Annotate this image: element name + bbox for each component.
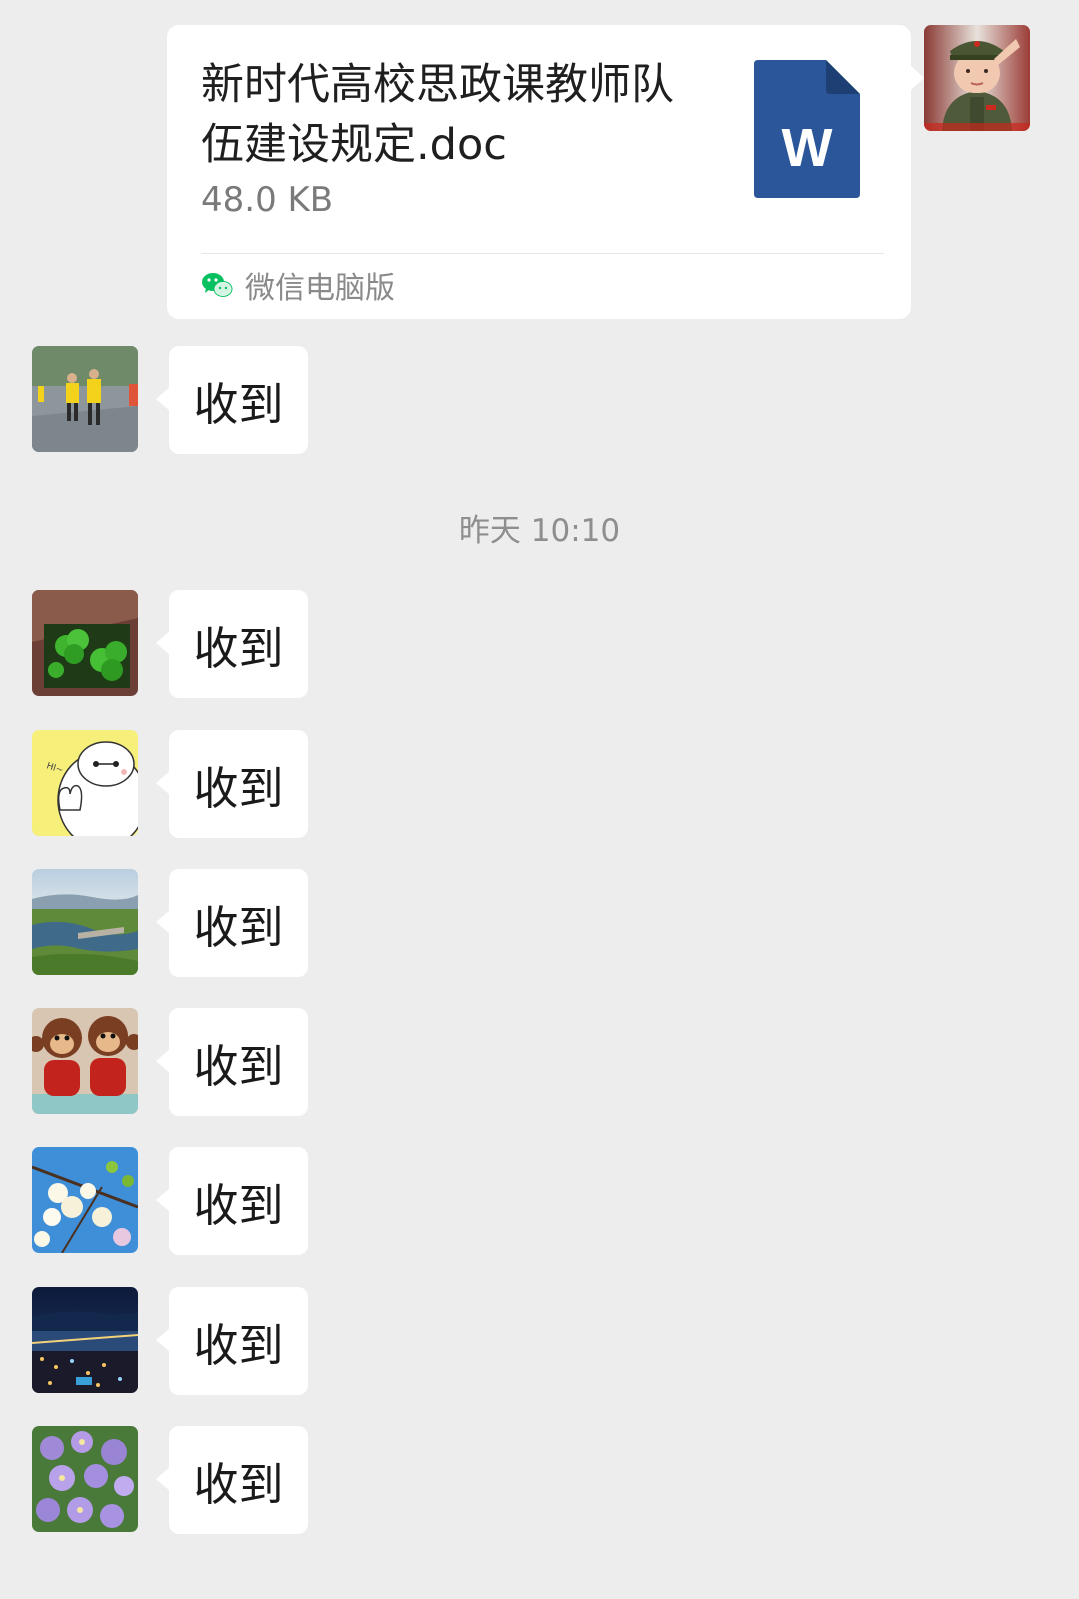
message-bubble[interactable]: 收到	[156, 590, 308, 698]
avatar-plush-monkeys[interactable]	[32, 1008, 138, 1114]
file-name: 新时代高校思政课教师队伍建设规定.doc	[201, 60, 674, 170]
word-letter: W	[782, 118, 833, 178]
message-bubble[interactable]: 收到	[156, 730, 308, 838]
message-bubble[interactable]: 收到	[156, 1147, 308, 1255]
message-bubble[interactable]: 收到	[156, 346, 308, 454]
file-size: 48.0 KB	[201, 180, 334, 220]
file-card-divider	[201, 253, 884, 254]
message-bubble[interactable]: 收到	[156, 1008, 308, 1116]
avatar-white-blossoms[interactable]	[32, 1147, 138, 1253]
wechat-icon	[202, 273, 233, 297]
avatar-clover-leaves[interactable]	[32, 590, 138, 696]
chat-message-list[interactable]: 新时代高校思政课教师队伍建设规定.doc 48.0 KB W 微信电脑版 收到 …	[0, 0, 1079, 1599]
message-bubble[interactable]: 收到	[156, 1426, 308, 1534]
avatar-river-bridge-landscape[interactable]	[32, 869, 138, 975]
avatar-purple-flowers[interactable]	[32, 1426, 138, 1532]
word-document-icon: W	[754, 60, 860, 198]
message-bubble[interactable]: 收到	[156, 1287, 308, 1395]
source-label: 微信电脑版	[245, 271, 395, 306]
file-source: 微信电脑版	[201, 263, 395, 307]
message-bubble[interactable]: 收到	[156, 869, 308, 977]
my-avatar[interactable]	[924, 25, 1030, 131]
avatar-night-city[interactable]	[32, 1287, 138, 1393]
avatar-runners-in-rain[interactable]	[32, 346, 138, 452]
timestamp: 昨天 10:10	[458, 513, 621, 549]
avatar-baymax-cartoon[interactable]: HI~	[32, 730, 138, 836]
file-message-card[interactable]: 新时代高校思政课教师队伍建设规定.doc 48.0 KB W 微信电脑版	[167, 25, 924, 319]
